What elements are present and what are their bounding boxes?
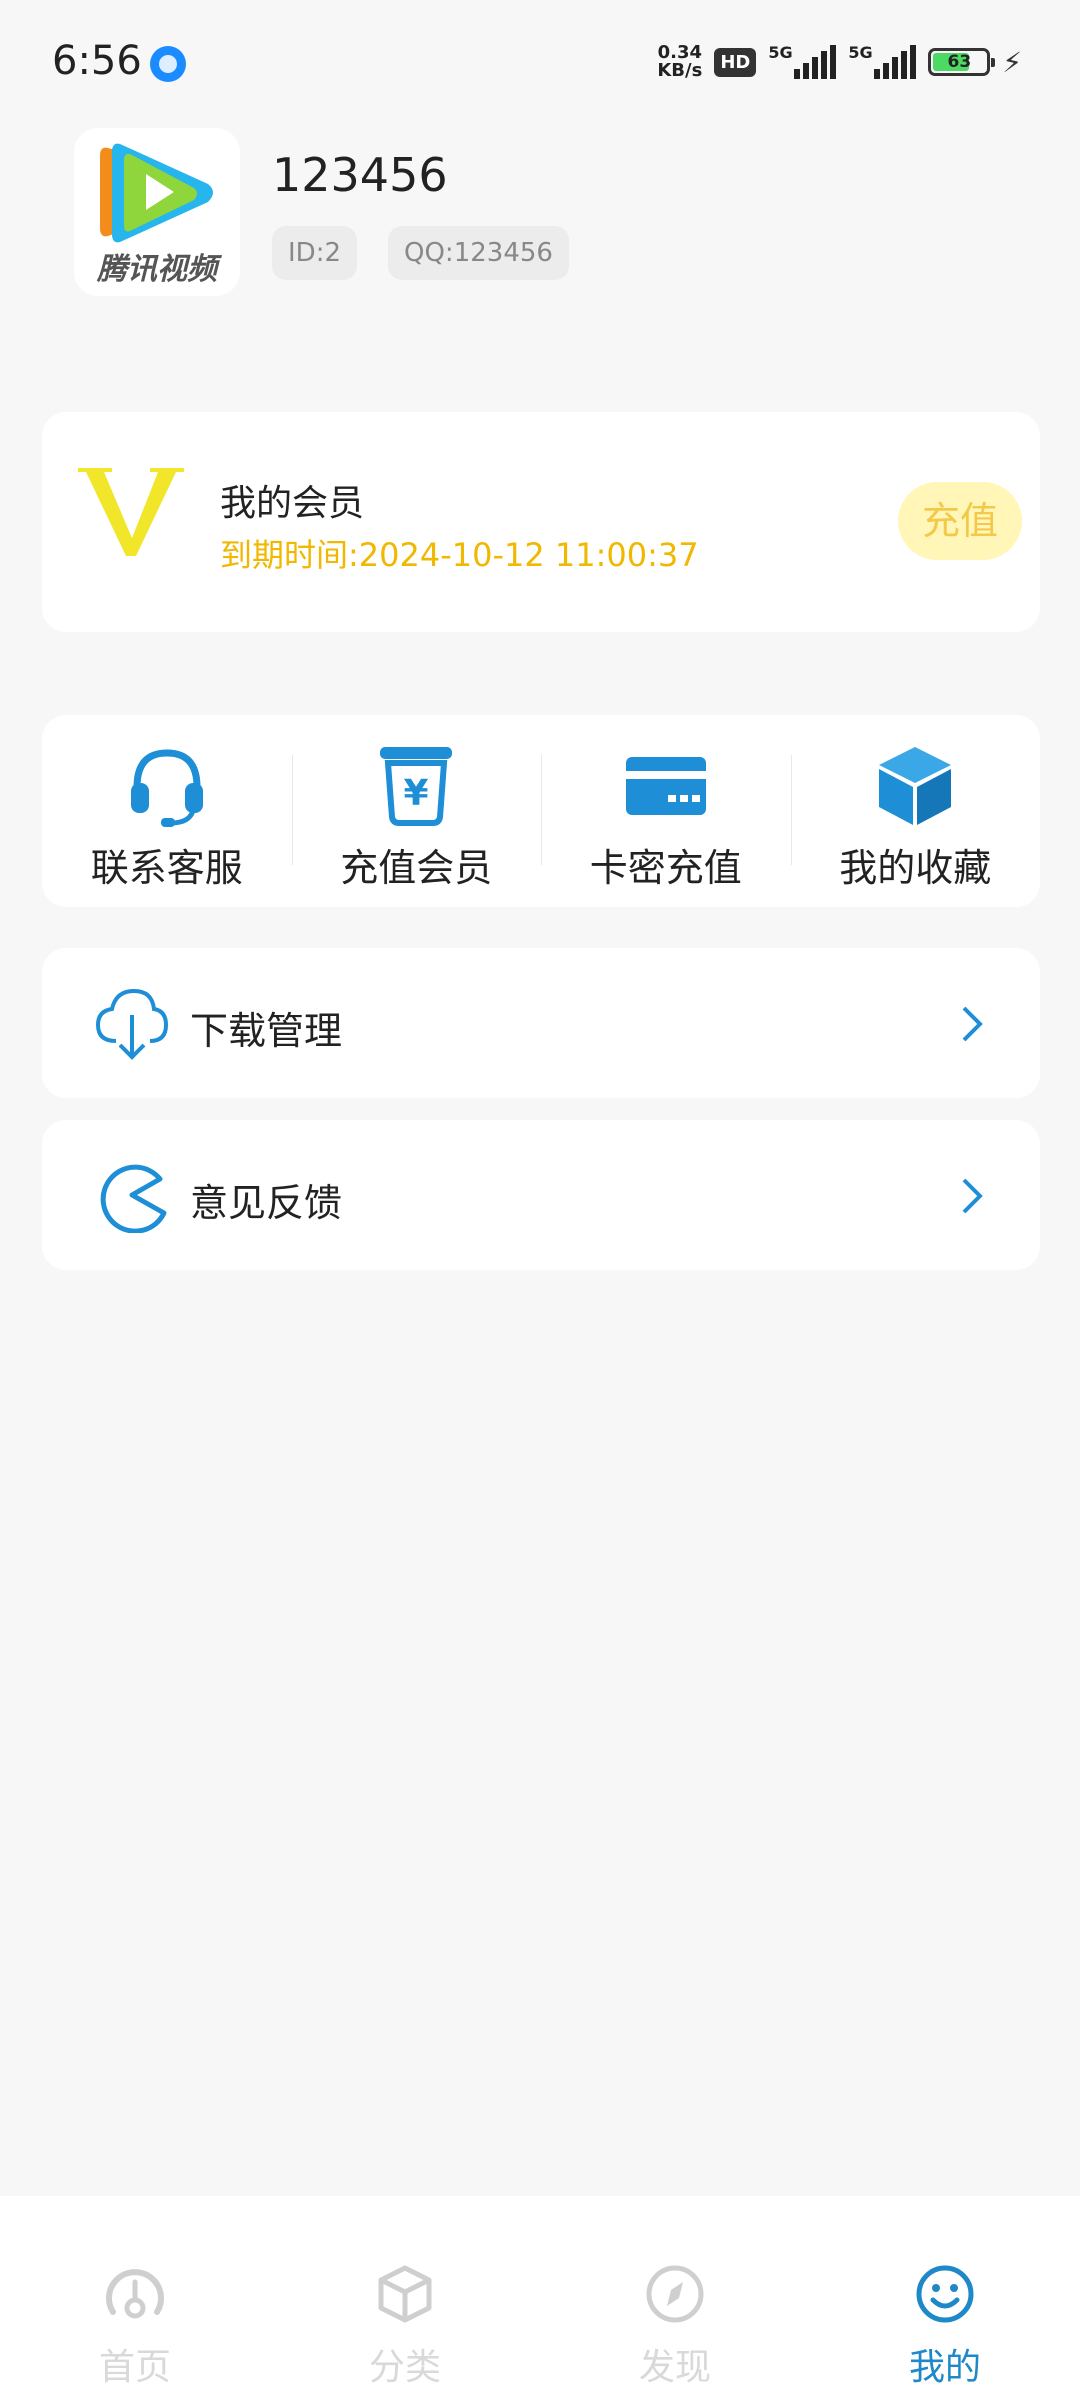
tencent-video-logo-icon xyxy=(100,143,213,243)
status-bar: 6:56 0.34 KB/s HD 5G 5G 63 ⚡ xyxy=(0,0,1080,130)
download-manager-label: 下载管理 xyxy=(190,1009,343,1053)
nav-mine[interactable]: 我的 xyxy=(810,2196,1080,2400)
nav-category[interactable]: 分类 xyxy=(270,2196,540,2400)
qq-tag: QQ:123456 xyxy=(388,226,569,280)
notification-app-icon xyxy=(150,46,186,82)
cube-icon xyxy=(879,747,952,825)
net-speed: 0.34 KB/s xyxy=(657,42,703,81)
recharge-button[interactable]: 充值 xyxy=(898,482,1022,560)
quick-actions: 联系客服 ¥ 充值会员 卡密充值 我的收藏 xyxy=(42,715,1040,907)
box-icon xyxy=(378,2265,432,2323)
bottom-nav: 首页 分类 发现 我的 xyxy=(0,2196,1080,2400)
feedback-row[interactable]: 意见反馈 xyxy=(42,1120,1040,1270)
smiley-icon xyxy=(916,2265,974,2323)
vip-title: 我的会员 xyxy=(220,483,365,524)
avatar-brand-text: 腾讯视频 xyxy=(97,252,217,287)
status-indicators: 0.34 KB/s HD 5G 5G 63 ⚡ xyxy=(657,42,1022,82)
hd-icon: HD xyxy=(714,47,757,77)
recharge-vip-button[interactable]: ¥ 充值会员 xyxy=(291,715,542,907)
download-manager-row[interactable]: 下载管理 xyxy=(42,948,1040,1098)
vip-v-icon xyxy=(78,468,184,556)
svg-text:¥: ¥ xyxy=(404,773,429,814)
my-favorites-button[interactable]: 我的收藏 xyxy=(790,715,1041,907)
user-id-tag: ID:2 xyxy=(272,226,357,280)
headset-icon xyxy=(130,749,203,827)
signal-sim2-icon: 5G xyxy=(848,43,917,79)
card-icon xyxy=(625,757,706,815)
cloud-download-icon xyxy=(95,988,169,1060)
avatar[interactable]: 腾讯视频 xyxy=(74,128,240,296)
yuan-bag-icon: ¥ xyxy=(380,747,453,826)
chevron-right-icon xyxy=(962,1006,983,1042)
nav-discover[interactable]: 发现 xyxy=(540,2196,810,2400)
status-time: 6:56 xyxy=(52,38,142,84)
battery-icon: 63 xyxy=(928,48,996,76)
home-dial-icon xyxy=(106,2269,164,2319)
vip-expiry: 到期时间:2024-10-12 11:00:37 xyxy=(220,536,699,574)
compass-icon xyxy=(646,2265,704,2323)
feedback-icon xyxy=(100,1164,167,1233)
feedback-label: 意见反馈 xyxy=(190,1181,343,1225)
card-code-recharge-button[interactable]: 卡密充值 xyxy=(541,715,791,907)
username: 123456 xyxy=(272,148,448,202)
signal-sim1-icon: 5G xyxy=(768,43,837,79)
contact-support-button[interactable]: 联系客服 xyxy=(42,715,292,907)
nav-home[interactable]: 首页 xyxy=(0,2196,270,2400)
vip-card[interactable]: 我的会员 到期时间:2024-10-12 11:00:37 充值 xyxy=(42,412,1040,632)
charging-icon: ⚡ xyxy=(1002,45,1022,79)
chevron-right-icon xyxy=(962,1178,983,1214)
